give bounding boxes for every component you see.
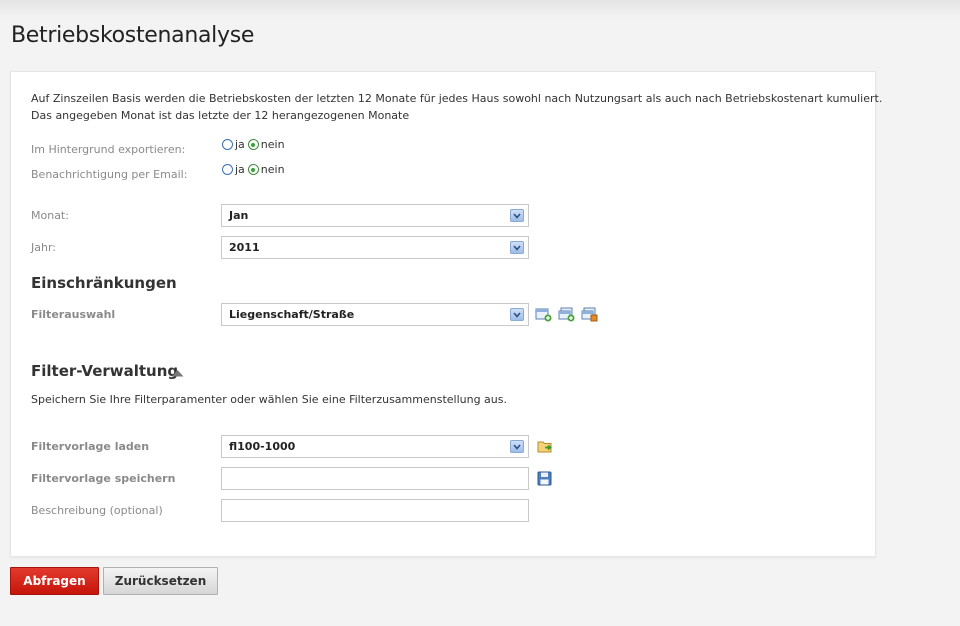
- export-background-label: Im Hintergrund exportieren:: [31, 143, 186, 156]
- month-label: Monat:: [31, 209, 69, 222]
- export-background-no-label[interactable]: nein: [261, 138, 285, 151]
- export-background-no-radio[interactable]: [247, 139, 259, 150]
- description-input[interactable]: [221, 499, 529, 522]
- load-template-value: fl100-1000: [229, 440, 296, 453]
- save-template-label: Filtervorlage speichern: [31, 472, 176, 485]
- email-notification-label: Benachrichtigung per Email:: [31, 168, 188, 181]
- add-filter-icon[interactable]: [535, 307, 552, 322]
- email-notification-no-label[interactable]: nein: [261, 163, 285, 176]
- year-select-value: 2011: [229, 241, 260, 254]
- collapse-arrow-icon[interactable]: [171, 362, 184, 381]
- filter-selection-select[interactable]: Liegenschaft/Straße: [221, 303, 529, 326]
- year-select[interactable]: 2011: [221, 236, 529, 259]
- intro-text: Auf Zinszeilen Basis werden die Betriebs…: [31, 90, 882, 124]
- save-disk-icon[interactable]: [537, 471, 554, 486]
- filter-selection-value: Liegenschaft/Straße: [229, 308, 355, 321]
- load-template-select[interactable]: fl100-1000: [221, 435, 529, 458]
- email-notification-no-radio[interactable]: [247, 164, 259, 175]
- restrictions-title: Einschränkungen: [31, 274, 177, 292]
- load-folder-icon[interactable]: [537, 439, 554, 454]
- export-background-radio-group: ja nein: [222, 138, 288, 151]
- chevron-down-icon[interactable]: [510, 440, 524, 453]
- month-select-value: Jan: [229, 209, 249, 222]
- chevron-down-icon[interactable]: [510, 209, 524, 222]
- export-background-yes-label[interactable]: ja: [235, 138, 245, 151]
- form-panel: Auf Zinszeilen Basis werden die Betriebs…: [10, 71, 882, 557]
- reset-button[interactable]: Zurücksetzen: [103, 567, 218, 595]
- chevron-down-icon[interactable]: [510, 241, 524, 254]
- email-notification-yes-radio[interactable]: [222, 164, 233, 175]
- intro-line-2: Das angegeben Monat ist das letzte der 1…: [31, 109, 410, 122]
- add-filter-group-icon[interactable]: [558, 307, 575, 322]
- month-select[interactable]: Jan: [221, 204, 529, 227]
- email-notification-radio-group: ja nein: [222, 163, 288, 176]
- delete-filter-group-icon[interactable]: [581, 307, 598, 322]
- filter-management-description: Speichern Sie Ihre Filterparamenter oder…: [31, 393, 507, 406]
- top-bar: [0, 0, 960, 18]
- intro-line-1: Auf Zinszeilen Basis werden die Betriebs…: [31, 92, 883, 105]
- load-template-label: Filtervorlage laden: [31, 440, 150, 453]
- filter-management-title: Filter-Verwaltung: [31, 362, 179, 380]
- page-title: Betriebskostenanalyse: [11, 23, 255, 48]
- chevron-down-icon[interactable]: [510, 308, 524, 321]
- save-template-input[interactable]: [221, 467, 529, 490]
- description-label: Beschreibung (optional): [31, 504, 163, 517]
- filter-selection-label: Filterauswahl: [31, 308, 116, 321]
- export-background-yes-radio[interactable]: [222, 139, 233, 150]
- year-label: Jahr:: [31, 241, 56, 254]
- email-notification-yes-label[interactable]: ja: [235, 163, 245, 176]
- submit-button[interactable]: Abfragen: [10, 567, 99, 595]
